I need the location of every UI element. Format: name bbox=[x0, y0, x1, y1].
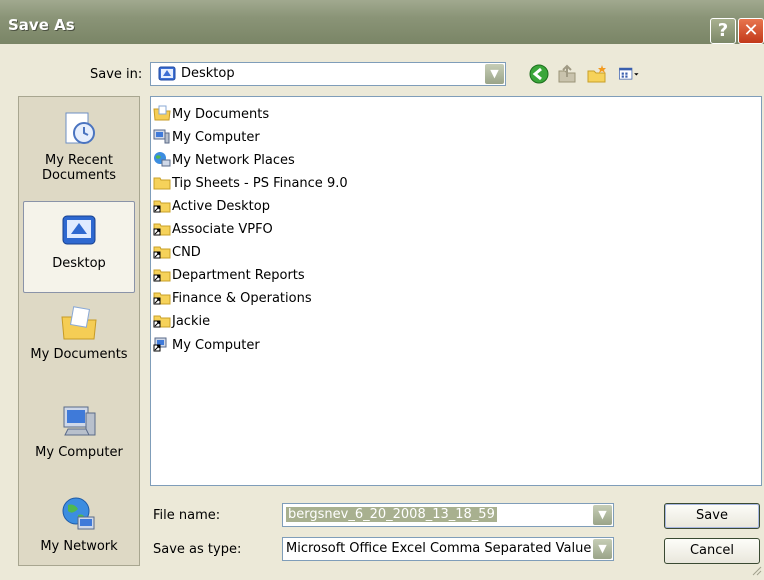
list-item[interactable]: Active Desktop bbox=[153, 196, 270, 218]
chevron-down-icon[interactable]: ▼ bbox=[593, 539, 612, 559]
save-as-type-dropdown[interactable]: Microsoft Office Excel Comma Separated V… bbox=[282, 537, 614, 561]
my-computer-icon bbox=[58, 401, 100, 441]
list-item[interactable]: Department Reports bbox=[153, 265, 305, 287]
list-item[interactable]: My Documents bbox=[153, 104, 269, 126]
network-icon bbox=[58, 495, 100, 535]
file-name: Department Reports bbox=[172, 268, 305, 283]
list-item[interactable]: Finance & Operations bbox=[153, 288, 312, 310]
place-label: My Documents bbox=[30, 347, 128, 362]
chevron-down-icon[interactable]: ▼ bbox=[485, 64, 504, 84]
recent-documents-icon bbox=[58, 109, 100, 149]
file-name: My Computer bbox=[172, 338, 260, 353]
file-name: Associate VPFO bbox=[172, 222, 273, 237]
my-documents-icon bbox=[58, 303, 100, 343]
place-label: My Computer bbox=[35, 445, 123, 460]
list-item[interactable]: Jackie bbox=[153, 311, 210, 333]
chevron-down-icon[interactable]: ▼ bbox=[593, 505, 612, 525]
save-in-dropdown[interactable]: Desktop ▼ bbox=[150, 62, 506, 86]
file-name: Active Desktop bbox=[172, 199, 270, 214]
place-label: My Network bbox=[40, 539, 118, 554]
save-in-value: Desktop bbox=[181, 66, 235, 81]
views-menu-icon[interactable] bbox=[618, 63, 648, 85]
folder-shortcut-icon bbox=[153, 312, 171, 328]
folder-shortcut-icon bbox=[153, 197, 171, 213]
save-in-label: Save in: bbox=[90, 67, 143, 82]
help-button[interactable]: ? bbox=[710, 18, 736, 44]
file-name: My Computer bbox=[172, 130, 260, 145]
my-documents-icon bbox=[153, 105, 171, 121]
my-computer-icon bbox=[153, 128, 171, 144]
place-my-documents[interactable]: My Documents bbox=[23, 303, 135, 362]
file-name: My Documents bbox=[172, 107, 270, 122]
network-places-icon bbox=[153, 151, 171, 167]
close-button[interactable]: ✕ bbox=[738, 18, 764, 44]
list-item[interactable]: My Computer bbox=[153, 335, 260, 357]
place-label: My Recent Documents bbox=[41, 153, 117, 183]
file-name: Jackie bbox=[172, 314, 211, 329]
place-my-computer[interactable]: My Computer bbox=[23, 401, 135, 460]
file-name: CND bbox=[172, 245, 201, 260]
list-item[interactable]: My Network Places bbox=[153, 150, 295, 172]
save-as-type-label: Save as type: bbox=[153, 542, 242, 557]
file-name: Finance & Operations bbox=[172, 291, 312, 306]
desktop-small-icon bbox=[158, 66, 176, 82]
up-folder-icon[interactable] bbox=[556, 63, 578, 85]
place-desktop[interactable]: Desktop bbox=[23, 201, 135, 293]
file-name: Tip Sheets - PS Finance 9.0 bbox=[172, 176, 348, 191]
file-name-label: File name: bbox=[153, 508, 221, 523]
file-list[interactable]: My Documents My Computer My Network Plac… bbox=[150, 96, 762, 486]
save-as-type-value: Microsoft Office Excel Comma Separated V… bbox=[286, 541, 591, 556]
window-title: Save As bbox=[8, 16, 75, 34]
folder-shortcut-icon bbox=[153, 266, 171, 282]
save-button[interactable]: Save bbox=[664, 503, 760, 529]
folder-shortcut-icon bbox=[153, 220, 171, 236]
place-label: Desktop bbox=[52, 256, 106, 271]
file-name: My Network Places bbox=[172, 153, 295, 168]
resize-grip-icon[interactable] bbox=[752, 565, 762, 576]
folder-icon bbox=[153, 174, 171, 190]
list-item[interactable]: Tip Sheets - PS Finance 9.0 bbox=[153, 173, 348, 195]
cancel-button[interactable]: Cancel bbox=[664, 538, 760, 564]
computer-shortcut-icon bbox=[153, 336, 171, 352]
places-bar: My Recent Documents Desktop My Documents… bbox=[18, 96, 140, 566]
place-my-recent-documents[interactable]: My Recent Documents bbox=[23, 109, 135, 183]
folder-shortcut-icon bbox=[153, 289, 171, 305]
list-item[interactable]: Associate VPFO bbox=[153, 219, 273, 241]
back-icon[interactable] bbox=[528, 63, 550, 85]
file-name-value: bergsnev_6_20_2008_13_18_59 bbox=[286, 507, 497, 522]
desktop-icon bbox=[58, 212, 100, 252]
title-bar[interactable]: Save As ? ✕ bbox=[0, 0, 764, 44]
list-item[interactable]: My Computer bbox=[153, 127, 260, 149]
place-my-network[interactable]: My Network bbox=[23, 495, 135, 554]
folder-shortcut-icon bbox=[153, 243, 171, 259]
file-name-input[interactable]: bergsnev_6_20_2008_13_18_59 ▼ bbox=[282, 503, 614, 527]
list-item[interactable]: CND bbox=[153, 242, 201, 264]
new-folder-icon[interactable] bbox=[586, 63, 608, 85]
